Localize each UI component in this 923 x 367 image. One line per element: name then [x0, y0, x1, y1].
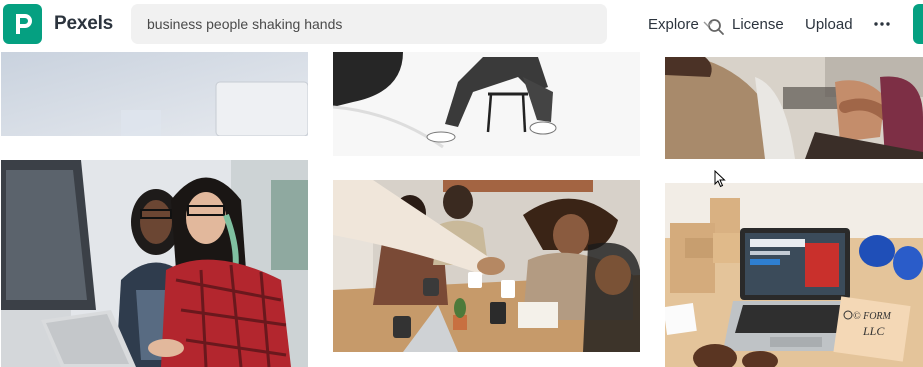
photo-team-handshake-image [333, 180, 640, 352]
pexels-logo-icon [16, 14, 32, 34]
photo-laptop-on-desk[interactable]: © FORM LLC [665, 183, 923, 367]
photo-man-on-chair-image [333, 52, 640, 156]
brand-name[interactable]: Pexels [54, 13, 113, 35]
photo-people-talking-image [665, 57, 923, 159]
chevron-down-icon[interactable] [703, 19, 713, 29]
mouse-cursor-icon [714, 170, 726, 188]
photo-office-wall-image [1, 52, 308, 136]
top-navigation-bar: Pexels Explore License Upload [0, 0, 923, 52]
photo-laptop-on-desk-image: © FORM LLC [665, 183, 923, 367]
photo-women-at-computer-image [1, 160, 308, 367]
nav-upload[interactable]: Upload [805, 16, 853, 33]
note-text-line-2: LLC [862, 324, 885, 338]
photo-office-wall[interactable] [1, 52, 308, 136]
nav-license[interactable]: License [732, 16, 784, 33]
more-dots-icon[interactable] [873, 15, 891, 33]
nav-explore[interactable]: Explore [648, 16, 699, 33]
search-bar[interactable] [131, 4, 724, 44]
photo-team-handshake[interactable] [333, 180, 640, 352]
pexels-logo[interactable] [3, 4, 42, 44]
note-text-line-1: © FORM [853, 311, 892, 322]
photo-women-at-computer[interactable] [1, 160, 308, 367]
photo-man-on-chair[interactable] [333, 52, 640, 156]
photo-people-talking[interactable] [665, 57, 923, 159]
join-button[interactable] [913, 4, 923, 44]
search-input[interactable] [147, 13, 567, 35]
